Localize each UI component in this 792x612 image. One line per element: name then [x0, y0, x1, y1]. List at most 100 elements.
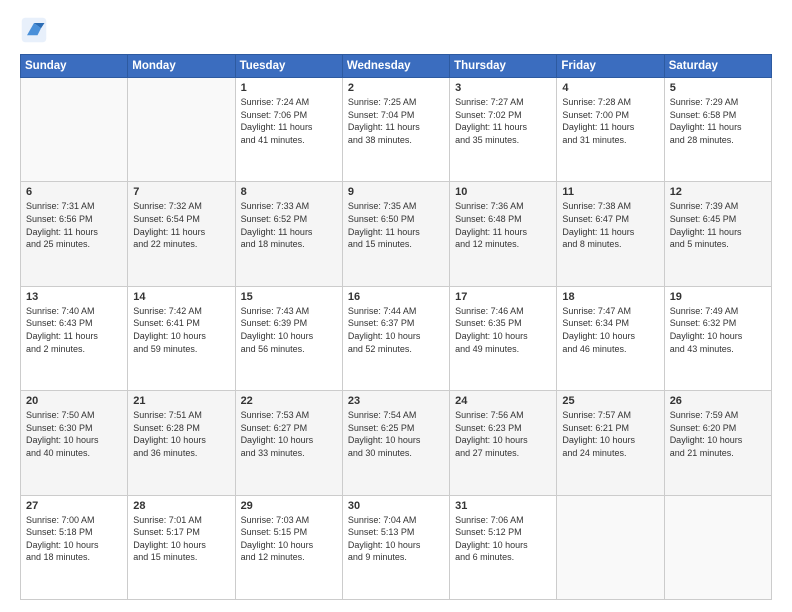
- day-info: Sunrise: 7:56 AM Sunset: 6:23 PM Dayligh…: [455, 409, 551, 459]
- day-number: 10: [455, 186, 551, 198]
- calendar-cell: 13 Sunrise: 7:40 AM Sunset: 6:43 PM Dayli…: [21, 286, 128, 390]
- day-info: Sunrise: 7:01 AM Sunset: 5:17 PM Dayligh…: [133, 514, 229, 564]
- day-number: 21: [133, 395, 229, 407]
- calendar-cell: 28 Sunrise: 7:01 AM Sunset: 5:17 PM Dayli…: [128, 495, 235, 599]
- day-info: Sunrise: 7:44 AM Sunset: 6:37 PM Dayligh…: [348, 305, 444, 355]
- calendar-cell: 7 Sunrise: 7:32 AM Sunset: 6:54 PM Daylig…: [128, 182, 235, 286]
- day-number: 4: [562, 82, 658, 94]
- day-info: Sunrise: 7:27 AM Sunset: 7:02 PM Dayligh…: [455, 96, 551, 146]
- calendar-table: SundayMondayTuesdayWednesdayThursdayFrid…: [20, 54, 772, 600]
- calendar-cell: 9 Sunrise: 7:35 AM Sunset: 6:50 PM Daylig…: [342, 182, 449, 286]
- calendar-cell: 18 Sunrise: 7:47 AM Sunset: 6:34 PM Dayli…: [557, 286, 664, 390]
- day-number: 2: [348, 82, 444, 94]
- calendar-cell: 23 Sunrise: 7:54 AM Sunset: 6:25 PM Dayli…: [342, 391, 449, 495]
- calendar-cell: 4 Sunrise: 7:28 AM Sunset: 7:00 PM Daylig…: [557, 78, 664, 182]
- calendar-cell: 2 Sunrise: 7:25 AM Sunset: 7:04 PM Daylig…: [342, 78, 449, 182]
- day-info: Sunrise: 7:32 AM Sunset: 6:54 PM Dayligh…: [133, 200, 229, 250]
- header: [20, 16, 772, 44]
- calendar-week-5: 27 Sunrise: 7:00 AM Sunset: 5:18 PM Dayli…: [21, 495, 772, 599]
- day-info: Sunrise: 7:59 AM Sunset: 6:20 PM Dayligh…: [670, 409, 766, 459]
- weekday-header-friday: Friday: [557, 55, 664, 78]
- logo: [20, 16, 52, 44]
- day-info: Sunrise: 7:25 AM Sunset: 7:04 PM Dayligh…: [348, 96, 444, 146]
- calendar-cell: 30Sunrise: 7:04 AM Sunset: 5:13 PM Dayli…: [342, 495, 449, 599]
- day-info: Sunrise: 7:46 AM Sunset: 6:35 PM Dayligh…: [455, 305, 551, 355]
- day-number: 6: [26, 186, 122, 198]
- weekday-header-tuesday: Tuesday: [235, 55, 342, 78]
- day-number: 25: [562, 395, 658, 407]
- calendar-cell: 24 Sunrise: 7:56 AM Sunset: 6:23 PM Dayli…: [450, 391, 557, 495]
- day-number: 17: [455, 291, 551, 303]
- calendar-cell: 25 Sunrise: 7:57 AM Sunset: 6:21 PM Dayli…: [557, 391, 664, 495]
- day-info: Sunrise: 7:06 AM Sunset: 5:12 PM Dayligh…: [455, 514, 551, 564]
- calendar-cell: 19 Sunrise: 7:49 AM Sunset: 6:32 PM Dayli…: [664, 286, 771, 390]
- day-number: 8: [241, 186, 337, 198]
- calendar-week-2: 6 Sunrise: 7:31 AM Sunset: 6:56 PM Daylig…: [21, 182, 772, 286]
- calendar-cell: 12Sunrise: 7:39 AM Sunset: 6:45 PM Dayli…: [664, 182, 771, 286]
- day-info: Sunrise: 7:29 AM Sunset: 6:58 PM Dayligh…: [670, 96, 766, 146]
- calendar-week-3: 13 Sunrise: 7:40 AM Sunset: 6:43 PM Dayli…: [21, 286, 772, 390]
- day-info: Sunrise: 7:00 AM Sunset: 5:18 PM Dayligh…: [26, 514, 122, 564]
- logo-icon: [20, 16, 48, 44]
- day-number: 29: [241, 500, 337, 512]
- day-info: Sunrise: 7:38 AM Sunset: 6:47 PM Dayligh…: [562, 200, 658, 250]
- day-number: 31: [455, 500, 551, 512]
- day-number: 22: [241, 395, 337, 407]
- calendar-cell: [21, 78, 128, 182]
- day-info: Sunrise: 7:57 AM Sunset: 6:21 PM Dayligh…: [562, 409, 658, 459]
- calendar-cell: 27 Sunrise: 7:00 AM Sunset: 5:18 PM Dayli…: [21, 495, 128, 599]
- day-number: 20: [26, 395, 122, 407]
- calendar-week-1: 1 Sunrise: 7:24 AM Sunset: 7:06 PM Daylig…: [21, 78, 772, 182]
- calendar-cell: 26 Sunrise: 7:59 AM Sunset: 6:20 PM Dayli…: [664, 391, 771, 495]
- weekday-header-thursday: Thursday: [450, 55, 557, 78]
- calendar-cell: 14Sunrise: 7:42 AM Sunset: 6:41 PM Dayli…: [128, 286, 235, 390]
- day-number: 24: [455, 395, 551, 407]
- day-info: Sunrise: 7:47 AM Sunset: 6:34 PM Dayligh…: [562, 305, 658, 355]
- day-info: Sunrise: 7:49 AM Sunset: 6:32 PM Dayligh…: [670, 305, 766, 355]
- day-info: Sunrise: 7:42 AM Sunset: 6:41 PM Dayligh…: [133, 305, 229, 355]
- calendar-cell: 29 Sunrise: 7:03 AM Sunset: 5:15 PM Dayli…: [235, 495, 342, 599]
- day-number: 15: [241, 291, 337, 303]
- day-number: 18: [562, 291, 658, 303]
- calendar-cell: [664, 495, 771, 599]
- day-number: 23: [348, 395, 444, 407]
- day-number: 28: [133, 500, 229, 512]
- day-info: Sunrise: 7:54 AM Sunset: 6:25 PM Dayligh…: [348, 409, 444, 459]
- day-info: Sunrise: 7:36 AM Sunset: 6:48 PM Dayligh…: [455, 200, 551, 250]
- day-info: Sunrise: 7:28 AM Sunset: 7:00 PM Dayligh…: [562, 96, 658, 146]
- calendar-cell: 1 Sunrise: 7:24 AM Sunset: 7:06 PM Daylig…: [235, 78, 342, 182]
- page: SundayMondayTuesdayWednesdayThursdayFrid…: [0, 0, 792, 612]
- day-number: 26: [670, 395, 766, 407]
- day-number: 5: [670, 82, 766, 94]
- day-info: Sunrise: 7:04 AM Sunset: 5:13 PM Dayligh…: [348, 514, 444, 564]
- day-info: Sunrise: 7:33 AM Sunset: 6:52 PM Dayligh…: [241, 200, 337, 250]
- day-info: Sunrise: 7:40 AM Sunset: 6:43 PM Dayligh…: [26, 305, 122, 355]
- calendar-week-4: 20 Sunrise: 7:50 AM Sunset: 6:30 PM Dayli…: [21, 391, 772, 495]
- calendar-cell: 11 Sunrise: 7:38 AM Sunset: 6:47 PM Dayli…: [557, 182, 664, 286]
- day-number: 13: [26, 291, 122, 303]
- calendar-cell: 20 Sunrise: 7:50 AM Sunset: 6:30 PM Dayli…: [21, 391, 128, 495]
- day-number: 1: [241, 82, 337, 94]
- calendar-cell: 31 Sunrise: 7:06 AM Sunset: 5:12 PM Dayli…: [450, 495, 557, 599]
- day-info: Sunrise: 7:31 AM Sunset: 6:56 PM Dayligh…: [26, 200, 122, 250]
- weekday-header-saturday: Saturday: [664, 55, 771, 78]
- weekday-header-row: SundayMondayTuesdayWednesdayThursdayFrid…: [21, 55, 772, 78]
- calendar-cell: 8 Sunrise: 7:33 AM Sunset: 6:52 PM Daylig…: [235, 182, 342, 286]
- calendar-cell: 5 Sunrise: 7:29 AM Sunset: 6:58 PM Daylig…: [664, 78, 771, 182]
- calendar-cell: [128, 78, 235, 182]
- day-number: 7: [133, 186, 229, 198]
- day-info: Sunrise: 7:24 AM Sunset: 7:06 PM Dayligh…: [241, 96, 337, 146]
- day-info: Sunrise: 7:35 AM Sunset: 6:50 PM Dayligh…: [348, 200, 444, 250]
- day-info: Sunrise: 7:43 AM Sunset: 6:39 PM Dayligh…: [241, 305, 337, 355]
- day-number: 3: [455, 82, 551, 94]
- day-number: 27: [26, 500, 122, 512]
- day-info: Sunrise: 7:39 AM Sunset: 6:45 PM Dayligh…: [670, 200, 766, 250]
- day-number: 19: [670, 291, 766, 303]
- calendar-cell: [557, 495, 664, 599]
- weekday-header-monday: Monday: [128, 55, 235, 78]
- day-info: Sunrise: 7:03 AM Sunset: 5:15 PM Dayligh…: [241, 514, 337, 564]
- day-number: 11: [562, 186, 658, 198]
- day-number: 9: [348, 186, 444, 198]
- day-info: Sunrise: 7:50 AM Sunset: 6:30 PM Dayligh…: [26, 409, 122, 459]
- calendar-cell: 3 Sunrise: 7:27 AM Sunset: 7:02 PM Daylig…: [450, 78, 557, 182]
